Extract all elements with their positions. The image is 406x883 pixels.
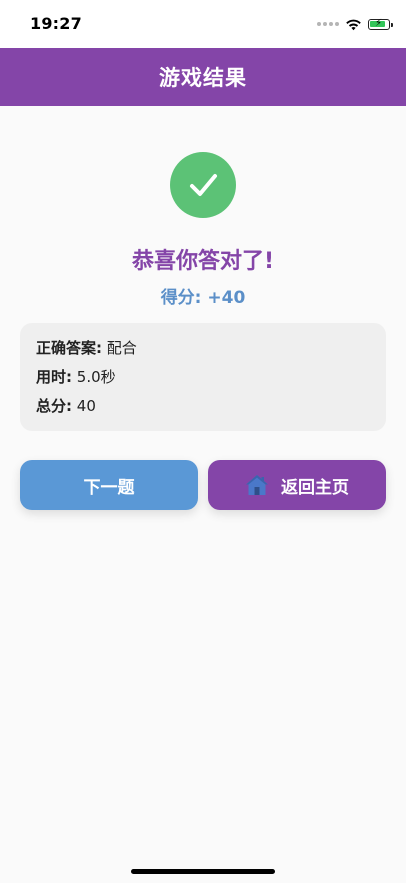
wifi-icon (345, 18, 362, 31)
total-score-value: 40 (76, 397, 96, 415)
status-time: 19:27 (30, 14, 82, 33)
battery-charging-icon: ⚡ (368, 18, 393, 30)
result-details-card: 正确答案: 配合 用时: 5.0秒 总分: 40 (20, 323, 386, 431)
checkmark-icon (170, 152, 236, 218)
house-icon (245, 474, 269, 496)
back-home-button[interactable]: 返回主页 (208, 460, 386, 510)
page-title: 游戏结果 (159, 66, 247, 90)
time-used-value: 5.0秒 (76, 368, 116, 386)
time-used-label: 用时: (36, 368, 72, 386)
next-question-button[interactable]: 下一题 (20, 460, 198, 510)
game-result-screen: 19:27 ⚡ 游戏结果 恭喜你答对了! 得分: +40 正确答案: 配合 用时… (0, 0, 406, 883)
score-text: 得分: +40 (160, 288, 246, 308)
status-bar: 19:27 ⚡ (0, 0, 406, 48)
cellular-dots-icon (317, 22, 339, 26)
nav-bar: 游戏结果 (0, 48, 406, 106)
next-question-label: 下一题 (83, 477, 135, 498)
home-indicator[interactable] (131, 869, 275, 874)
total-score-row: 总分: 40 (36, 395, 370, 424)
correct-answer-label: 正确答案: (36, 339, 102, 357)
result-title: 恭喜你答对了! (131, 249, 275, 274)
status-icons: ⚡ (317, 15, 393, 33)
time-used-row: 用时: 5.0秒 (36, 366, 370, 395)
total-score-label: 总分: (36, 397, 72, 415)
correct-answer-row: 正确答案: 配合 (36, 337, 370, 366)
back-home-label: 返回主页 (281, 477, 349, 498)
correct-answer-value: 配合 (106, 339, 137, 357)
